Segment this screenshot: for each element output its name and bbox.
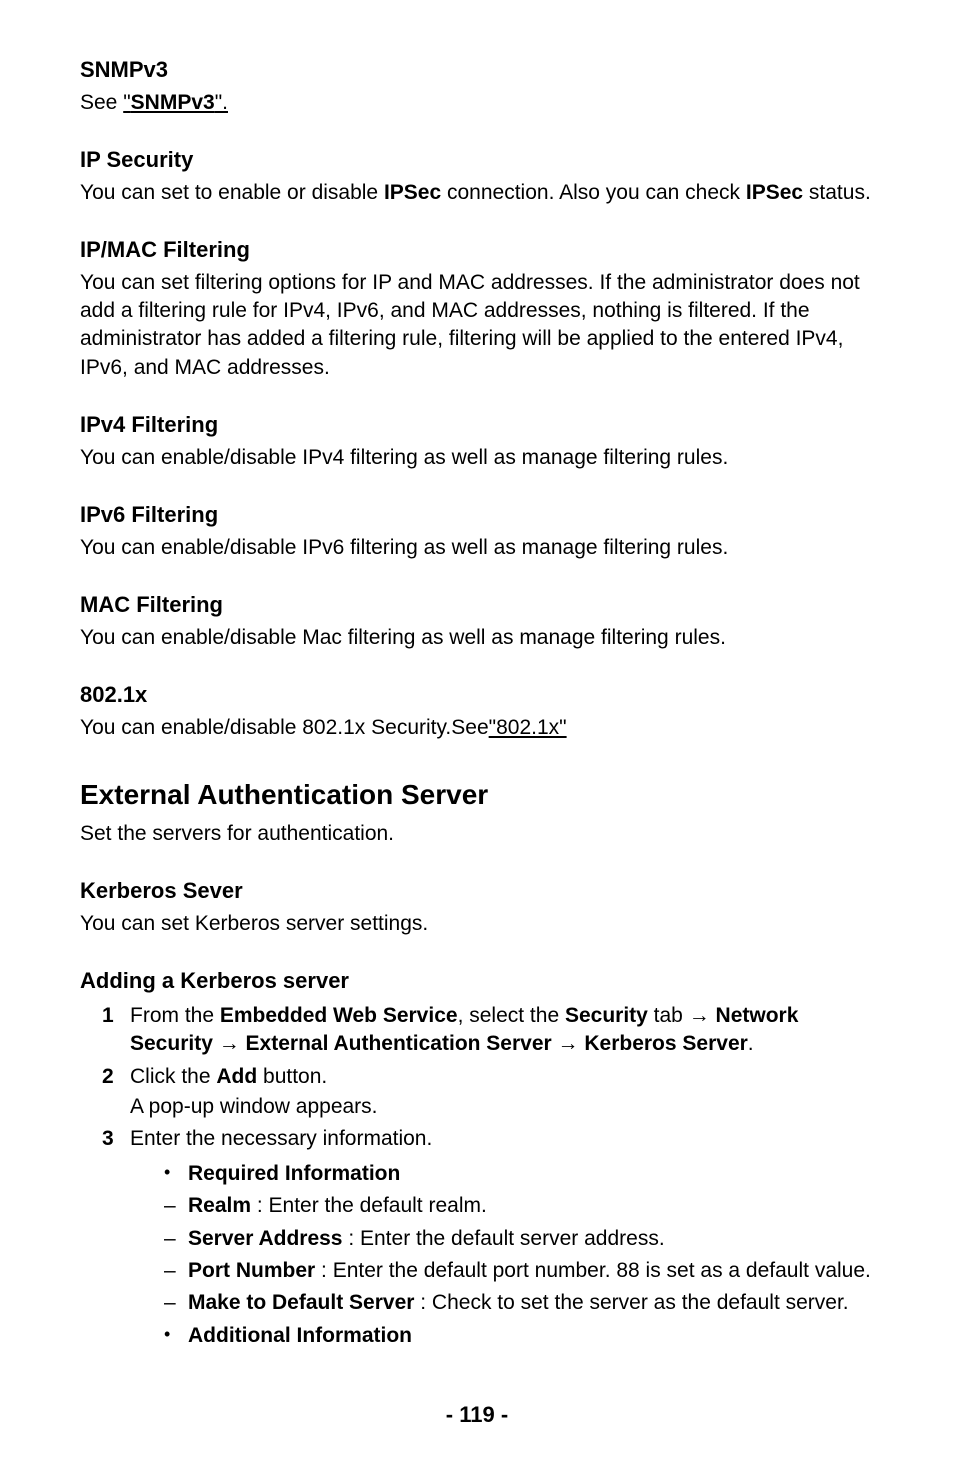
heading-mac-filtering: MAC Filtering <box>80 590 874 620</box>
dot1x-a: You can enable/disable 802.1x Security.S… <box>80 716 489 739</box>
s1-b: Embedded Web Service <box>220 1004 458 1027</box>
arrow-icon: → <box>689 1004 710 1027</box>
port-label: Port Number <box>188 1259 315 1282</box>
step-3-body: Enter the necessary information. Require… <box>130 1125 874 1353</box>
step-1-number: 1 <box>102 1002 130 1059</box>
req-info-label: Required Information <box>188 1162 400 1185</box>
link-open-quote: " <box>123 91 130 114</box>
8021x-body: You can enable/disable 802.1x Security.S… <box>80 714 874 742</box>
footer-prefix: - <box>446 1402 459 1427</box>
heading-ip-security: IP Security <box>80 145 874 175</box>
see-prefix: See <box>80 91 123 114</box>
ipv4-body: You can enable/disable IPv4 filtering as… <box>80 444 874 472</box>
default-body: : Check to set the server as the default… <box>414 1291 848 1314</box>
ipsec-bold-1: IPSec <box>384 181 441 204</box>
steps-list: 1 From the Embedded Web Service, select … <box>80 1002 874 1354</box>
step-2-number: 2 <box>102 1063 130 1122</box>
extauth-body: Set the servers for authentication. <box>80 820 874 848</box>
ipv6-body: You can enable/disable IPv6 filtering as… <box>80 534 874 562</box>
heading-adding-kerberos: Adding a Kerberos server <box>80 966 874 996</box>
default-label: Make to Default Server <box>188 1291 414 1314</box>
heading-snmpv3: SNMPv3 <box>80 55 874 85</box>
ip-security-body: You can set to enable or disable IPSec c… <box>80 179 874 207</box>
server-addr-label: Server Address <box>188 1227 342 1250</box>
s2-c: button. <box>257 1065 327 1088</box>
s2-b: Add <box>216 1065 257 1088</box>
realm-body: : Enter the default realm. <box>251 1194 487 1217</box>
page-number: 119 <box>459 1402 495 1427</box>
8021x-link[interactable]: "802.1x" <box>489 716 567 739</box>
footer-suffix: - <box>495 1402 508 1427</box>
ipsec-e: status. <box>803 181 871 204</box>
s1-d: Security <box>565 1004 648 1027</box>
heading-kerberos-server: Kerberos Sever <box>80 876 874 906</box>
port-body: : Enter the default port number. 88 is s… <box>315 1259 871 1282</box>
heading-ipmac-filtering: IP/MAC Filtering <box>80 235 874 265</box>
mac-body: You can enable/disable Mac filtering as … <box>80 624 874 652</box>
bullet-additional-info: Additional Information <box>130 1322 874 1350</box>
step-3-number: 3 <box>102 1125 130 1353</box>
dash-server-address: Server Address : Enter the default serve… <box>130 1225 874 1253</box>
s3-a: Enter the necessary information. <box>130 1125 874 1153</box>
ipsec-bold-2: IPSec <box>746 181 803 204</box>
step-2-body: Click the Add button. A pop-up window ap… <box>130 1063 874 1122</box>
heading-ipv6-filtering: IPv6 Filtering <box>80 500 874 530</box>
s1-c: , select the <box>458 1004 565 1027</box>
ipsec-a: You can set to enable or disable <box>80 181 384 204</box>
s2-a: Click the <box>130 1065 216 1088</box>
heading-8021x: 802.1x <box>80 680 874 710</box>
heading-external-auth-server: External Authentication Server <box>80 776 874 814</box>
bullet-required-info: Required Information <box>130 1160 874 1188</box>
step-3-bullets: Required Information Realm : Enter the d… <box>130 1160 874 1350</box>
kerberos-body: You can set Kerberos server settings. <box>80 910 874 938</box>
server-addr-body: : Enter the default server address. <box>342 1227 664 1250</box>
realm-label: Realm <box>188 1194 251 1217</box>
dash-realm: Realm : Enter the default realm. <box>130 1192 874 1220</box>
s1-a: From the <box>130 1004 220 1027</box>
ipsec-c: connection. Also you can check <box>441 181 746 204</box>
step-1-body: From the Embedded Web Service, select th… <box>130 1002 874 1059</box>
step-1: 1 From the Embedded Web Service, select … <box>80 1002 874 1059</box>
s1-i: . <box>748 1032 754 1055</box>
s1-h: Kerberos Server <box>579 1032 748 1055</box>
addl-info-label: Additional Information <box>188 1324 412 1347</box>
s1-e: tab <box>648 1004 689 1027</box>
step-3: 3 Enter the necessary information. Requi… <box>80 1125 874 1353</box>
page-footer: - 119 - <box>80 1400 874 1430</box>
step-2-sub: A pop-up window appears. <box>130 1093 874 1121</box>
dash-port-number: Port Number : Enter the default port num… <box>130 1257 874 1285</box>
dash-default-server: Make to Default Server : Check to set th… <box>130 1289 874 1317</box>
link-close-quote: ". <box>215 91 228 114</box>
snmpv3-see-line: See "SNMPv3". <box>80 89 874 117</box>
ipmac-body: You can set filtering options for IP and… <box>80 269 874 382</box>
heading-ipv4-filtering: IPv4 Filtering <box>80 410 874 440</box>
s1-g: External Authentication Server <box>240 1032 558 1055</box>
snmpv3-link[interactable]: "SNMPv3". <box>123 91 228 114</box>
step-2: 2 Click the Add button. A pop-up window … <box>80 1063 874 1122</box>
snmpv3-link-text: SNMPv3 <box>131 91 215 114</box>
arrow-icon: → <box>558 1032 579 1055</box>
arrow-icon: → <box>219 1032 240 1055</box>
